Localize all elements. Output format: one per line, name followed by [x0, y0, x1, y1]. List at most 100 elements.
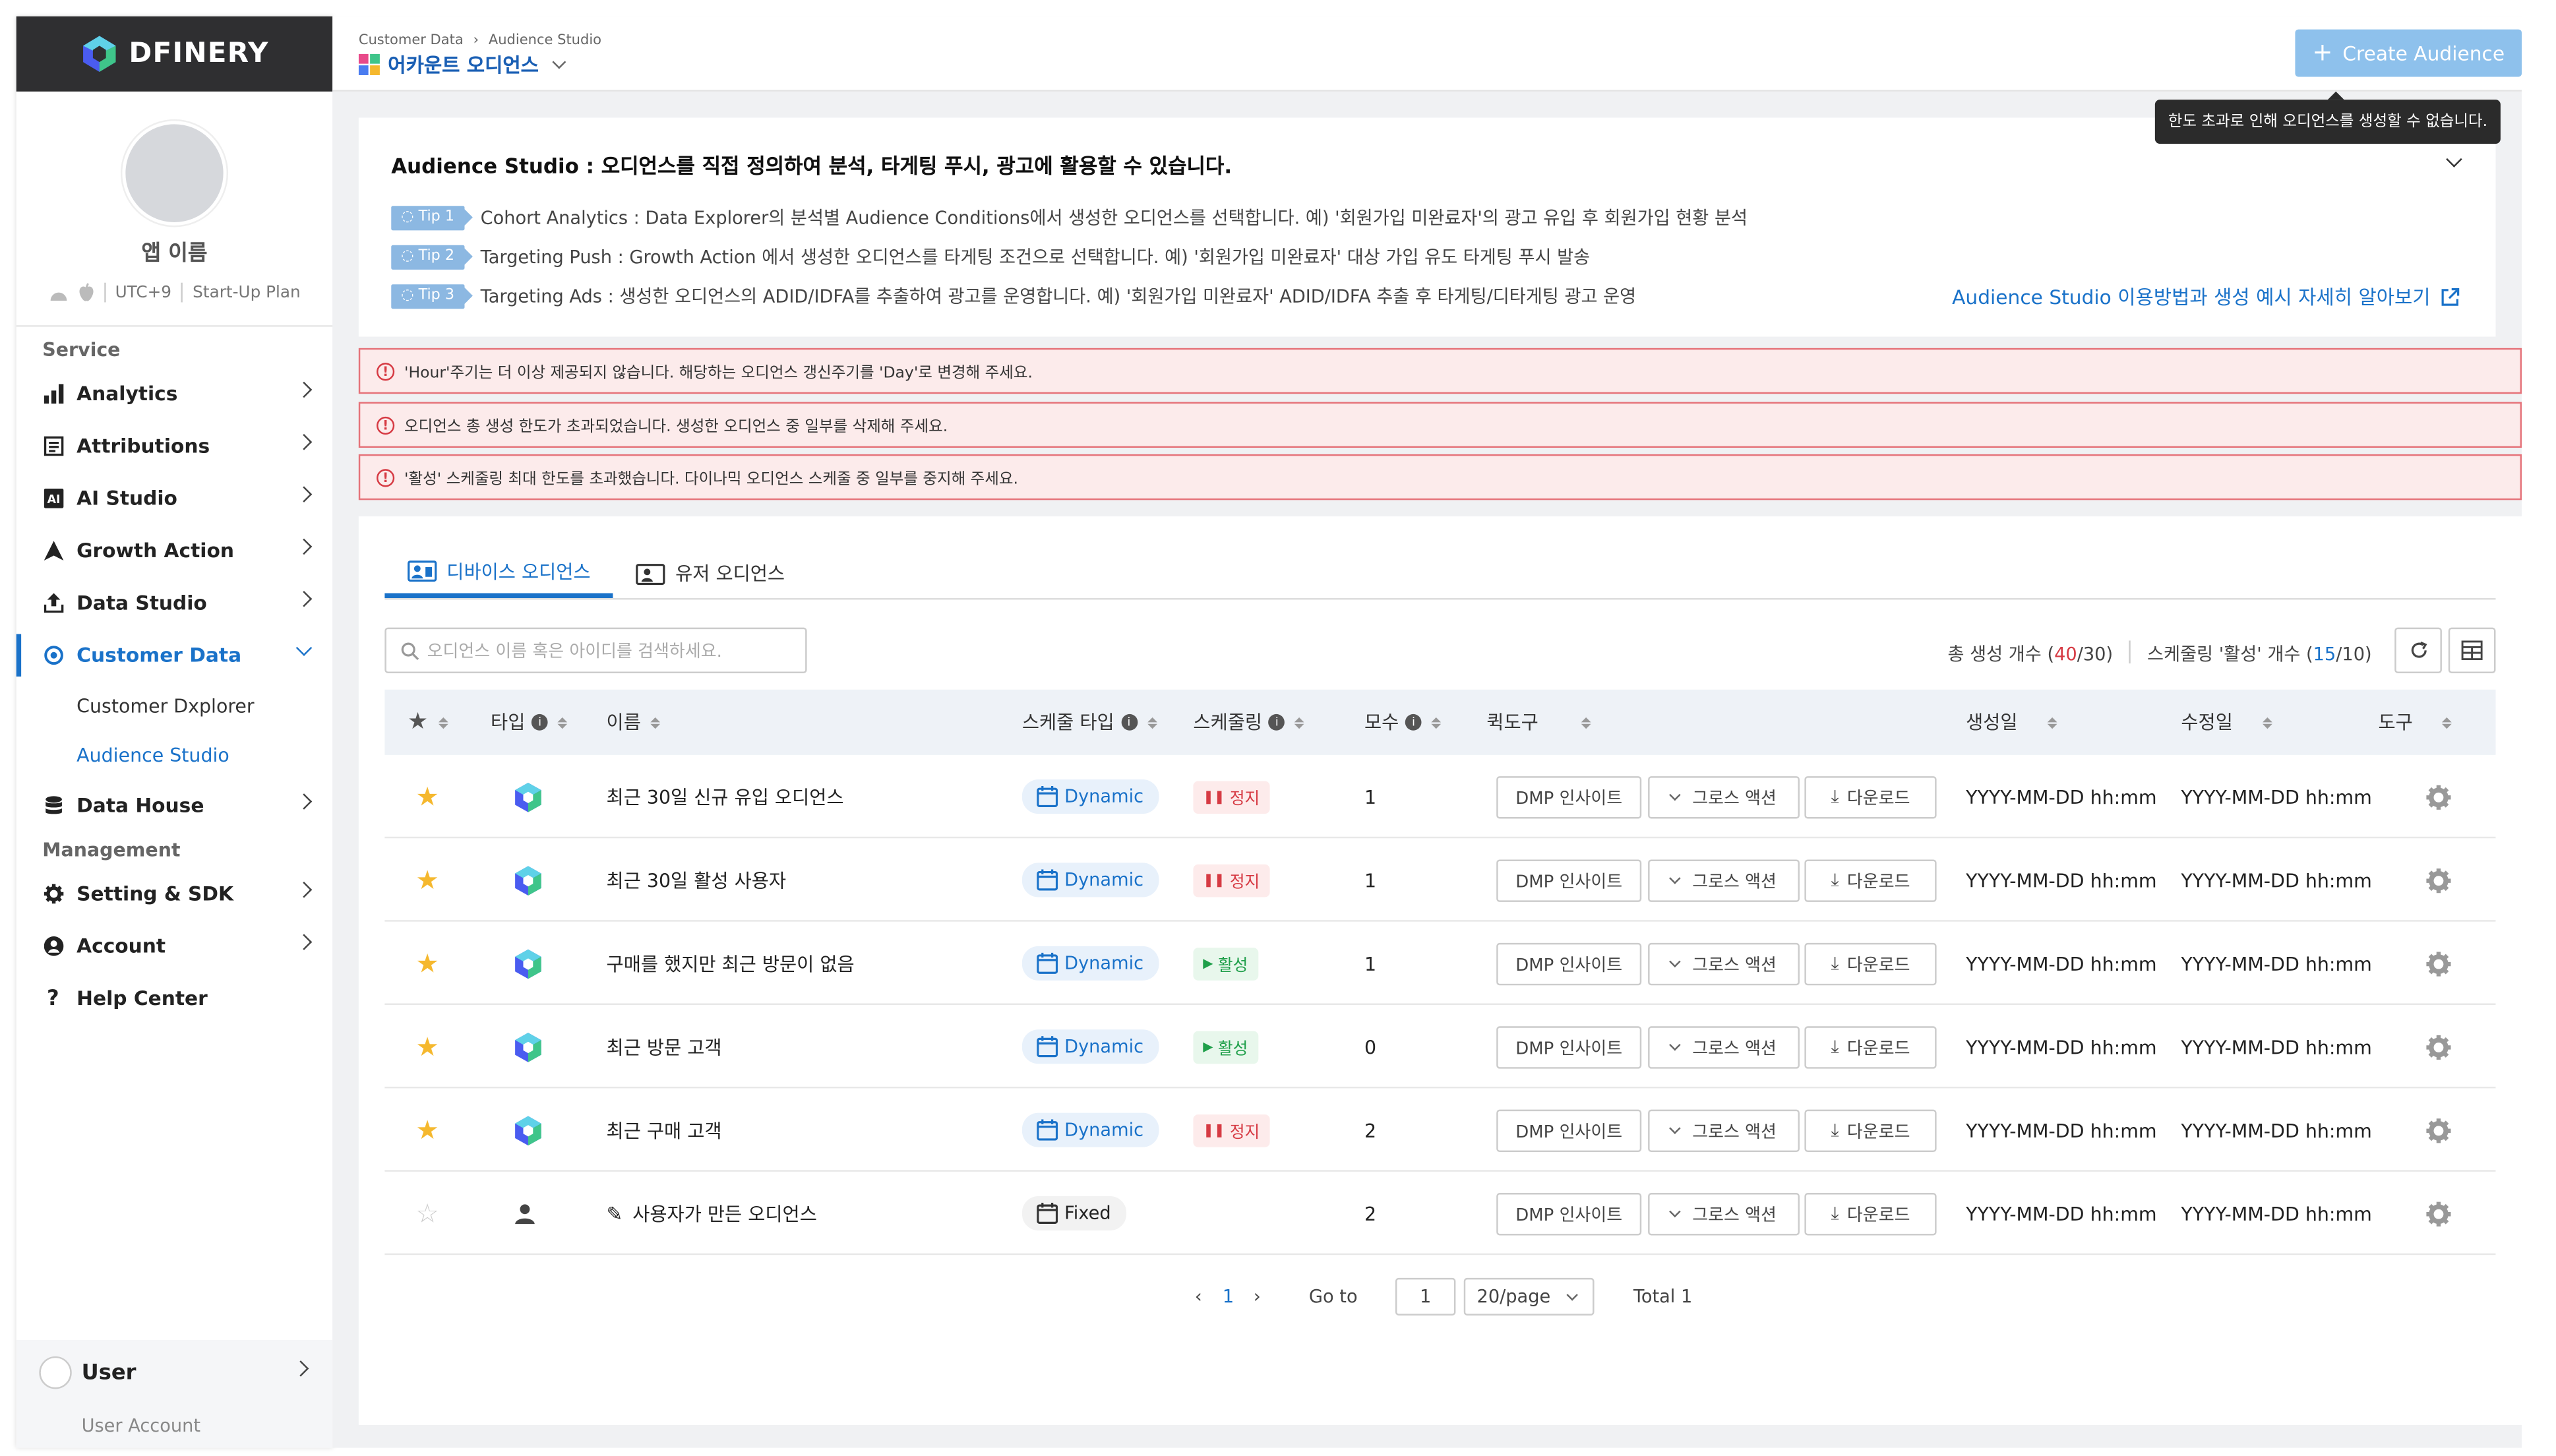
download-button[interactable]: ⤓ 다운로드	[1804, 1026, 1937, 1069]
row-settings-button[interactable]	[2425, 838, 2452, 921]
nav-customer-dxplorer[interactable]: Customer Dxplorer	[16, 681, 333, 730]
scheduling-toggle[interactable]: ❚❚ 정지	[1193, 1113, 1270, 1147]
created-cell: YYYY-MM-DD hh:mm	[1966, 785, 2157, 808]
create-audience-button[interactable]: + Create Audience	[2295, 29, 2522, 77]
dmp-insight-button[interactable]: DMP 인사이트	[1496, 1109, 1642, 1153]
col-name[interactable]: 이름	[607, 690, 661, 755]
col-population[interactable]: 모수 i	[1364, 690, 1442, 755]
tab-user-label: 유저 오디언스	[675, 562, 785, 586]
star-filled-icon[interactable]: ★	[415, 948, 439, 979]
logo-bar[interactable]: DFINERY	[16, 16, 333, 92]
created-cell: YYYY-MM-DD hh:mm	[1966, 1035, 2157, 1058]
col-modified-label: 수정일	[2181, 710, 2233, 734]
col-schedule-type[interactable]: 스케줄 타입 i	[1022, 690, 1157, 755]
download-icon: ⤓	[1831, 1036, 1839, 1058]
tab-device-audience[interactable]: 디바이스 오디언스	[384, 549, 614, 598]
row-settings-button[interactable]	[2425, 1172, 2452, 1255]
col-tools[interactable]: 도구	[2379, 690, 2452, 755]
star-filled-icon[interactable]: ★	[415, 781, 439, 812]
goto-input[interactable]: 1	[1395, 1277, 1456, 1316]
row-settings-button[interactable]	[2425, 922, 2452, 1005]
dmp-insight-button[interactable]: DMP 인사이트	[1496, 942, 1642, 986]
page-1[interactable]: 1	[1223, 1286, 1234, 1307]
nav-account[interactable]: Account	[16, 920, 333, 972]
scheduling-toggle[interactable]: ❚❚ 정지	[1193, 863, 1270, 897]
dmp-insight-button[interactable]: DMP 인사이트	[1496, 776, 1642, 819]
scheduling-toggle[interactable]: ▶ 활성	[1193, 947, 1258, 980]
growth-action-button[interactable]: 그로스 액션	[1648, 1026, 1800, 1069]
column-settings-button[interactable]	[2448, 627, 2496, 673]
pencil-icon[interactable]: ✎	[607, 1202, 623, 1225]
total-count-label: 총 생성 개수 (	[1947, 644, 2055, 665]
growth-action-button[interactable]: 그로스 액션	[1648, 1109, 1800, 1153]
download-button[interactable]: ⤓ 다운로드	[1804, 1109, 1937, 1153]
download-button[interactable]: ⤓ 다운로드	[1804, 942, 1937, 986]
collapse-chevron-icon[interactable]	[2446, 151, 2462, 167]
star-filled-icon[interactable]: ★	[415, 1031, 439, 1062]
project-selector[interactable]: 어카운트 오디언스	[358, 51, 566, 78]
growth-action-button[interactable]: 그로스 액션	[1648, 1193, 1800, 1236]
audience-name[interactable]: 최근 30일 활성 사용자	[607, 867, 787, 894]
nav-data-studio[interactable]: Data Studio	[16, 577, 333, 629]
dmp-insight-button[interactable]: DMP 인사이트	[1496, 859, 1642, 902]
star-outline-icon[interactable]: ☆	[415, 1198, 439, 1228]
chevron-right-icon	[295, 381, 313, 398]
schedule-type-badge: Dynamic	[1021, 946, 1159, 981]
nav-growth-action[interactable]: Growth Action	[16, 524, 333, 576]
col-created[interactable]: 생성일	[1966, 690, 2057, 755]
growth-action-button[interactable]: 그로스 액션	[1648, 942, 1800, 986]
audience-name[interactable]: 구매를 했지만 최근 방문이 없음	[607, 950, 855, 977]
breadcrumb-customer-data[interactable]: Customer Data	[359, 33, 464, 49]
next-page-icon[interactable]: ›	[1254, 1286, 1261, 1307]
nav-setting-sdk[interactable]: Setting & SDK	[16, 868, 333, 920]
dmp-insight-button[interactable]: DMP 인사이트	[1496, 1026, 1642, 1069]
guide-link[interactable]: Audience Studio 이용방법과 생성 예시 자세히 알아보기	[1952, 283, 2460, 311]
nav-analytics[interactable]: Analytics	[16, 368, 333, 420]
row-settings-button[interactable]	[2425, 1005, 2452, 1088]
nav-data-house[interactable]: Data House	[16, 779, 333, 832]
audience-name[interactable]: 사용자가 만든 오디언스	[632, 1200, 817, 1227]
name-cell: 최근 구매 고객	[607, 1088, 722, 1171]
modified-cell: YYYY-MM-DD hh:mm	[2181, 785, 2372, 808]
audience-name[interactable]: 최근 방문 고객	[607, 1033, 722, 1060]
audience-name[interactable]: 최근 30일 신규 유입 오디언스	[607, 783, 844, 810]
star-filled-icon[interactable]: ★	[415, 864, 439, 895]
prev-page-icon[interactable]: ‹	[1195, 1286, 1202, 1307]
download-button[interactable]: ⤓ 다운로드	[1804, 1193, 1937, 1236]
table-row[interactable]: ★ 최근 방문 고객 Dynamic ▶ 활성 0 DMP 인사이트 그로스 액션 ⤓ 다운로드 Y…	[384, 1005, 2496, 1089]
table-row[interactable]: ★ 최근 구매 고객 Dynamic ❚❚ 정지 2 DMP 인사이트 그로스 액션 ⤓ 다운로드…	[384, 1088, 2496, 1172]
nav-ai-studio[interactable]: AI AI Studio	[16, 472, 333, 524]
download-button[interactable]: ⤓ 다운로드	[1804, 859, 1937, 902]
breadcrumb-separator-icon: ›	[473, 32, 479, 49]
search-input[interactable]: 오디언스 이름 혹은 아이디를 검색하세요.	[384, 627, 807, 673]
col-tools-label: 도구	[2378, 710, 2413, 734]
growth-action-button[interactable]: 그로스 액션	[1648, 776, 1800, 819]
table-row[interactable]: ★ 구매를 했지만 최근 방문이 없음 Dynamic ▶ 활성 1 DMP 인사이트 그로스…	[384, 922, 2496, 1006]
col-quick-tools[interactable]: 퀵도구	[1486, 690, 1591, 755]
scheduling-toggle[interactable]: ❚❚ 정지	[1193, 780, 1270, 813]
nav-attributions[interactable]: Attributions	[16, 420, 333, 472]
tab-user-audience[interactable]: 유저 오디언스	[613, 549, 808, 598]
nav-help-center[interactable]: ? Help Center	[16, 972, 333, 1024]
user-box[interactable]: User User Account	[16, 1340, 333, 1448]
dmp-insight-button[interactable]: DMP 인사이트	[1496, 1193, 1642, 1236]
page-size-select[interactable]: 20/page	[1463, 1277, 1595, 1316]
breadcrumb-audience-studio[interactable]: Audience Studio	[489, 33, 601, 49]
table-row[interactable]: ☆ ✎ 사용자가 만든 오디언스 Fixed 2 DMP 인사이트 그로스 액션 ⤓ 다운로드 Y…	[384, 1172, 2496, 1256]
nav-audience-studio[interactable]: Audience Studio	[16, 731, 333, 779]
table-row[interactable]: ★ 최근 30일 활성 사용자 Dynamic ❚❚ 정지 1 DMP 인사이트 그로스 액션…	[384, 838, 2496, 922]
table-row[interactable]: ★ 최근 30일 신규 유입 오디언스 Dynamic ❚❚ 정지 1 DMP 인사이트 그로…	[384, 755, 2496, 839]
growth-action-button[interactable]: 그로스 액션	[1648, 859, 1800, 902]
col-star[interactable]: ★	[408, 690, 448, 755]
col-scheduling[interactable]: 스케줄링 i	[1193, 690, 1305, 755]
col-modified[interactable]: 수정일	[2181, 690, 2272, 755]
row-settings-button[interactable]	[2425, 1088, 2452, 1171]
row-settings-button[interactable]	[2425, 755, 2452, 838]
scheduling-toggle[interactable]: ▶ 활성	[1193, 1030, 1258, 1064]
audience-name[interactable]: 최근 구매 고객	[607, 1117, 722, 1143]
star-filled-icon[interactable]: ★	[415, 1114, 439, 1145]
download-button[interactable]: ⤓ 다운로드	[1804, 776, 1937, 819]
refresh-button[interactable]	[2394, 627, 2442, 673]
nav-customer-data[interactable]: Customer Data	[16, 629, 333, 681]
col-type[interactable]: 타입 i	[491, 690, 568, 755]
